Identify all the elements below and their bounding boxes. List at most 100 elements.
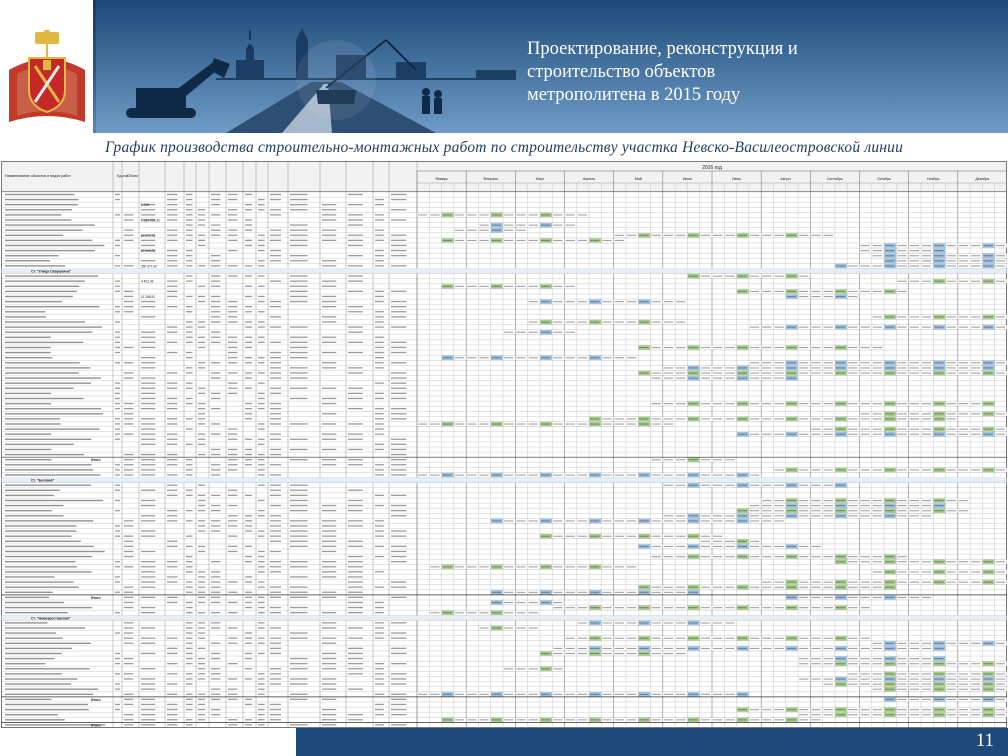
row-value-text bbox=[290, 678, 308, 680]
row-value-text bbox=[124, 545, 134, 547]
row-value-text bbox=[375, 464, 384, 466]
schedule-cell-value bbox=[553, 591, 563, 593]
row-value-text bbox=[391, 438, 407, 440]
row-value-text bbox=[186, 260, 193, 262]
row-name-text bbox=[5, 555, 93, 558]
schedule-cell-value bbox=[602, 693, 612, 695]
row-value-text bbox=[167, 719, 178, 721]
row-name-text bbox=[5, 515, 64, 517]
row-value-text bbox=[270, 438, 281, 440]
schedule-cell-value bbox=[737, 418, 747, 420]
row-value-text bbox=[167, 418, 178, 420]
schedule-cell-value bbox=[958, 403, 969, 405]
schedule-cell-value bbox=[504, 423, 514, 425]
row-value-text bbox=[141, 336, 156, 338]
month-header: Август bbox=[780, 177, 791, 181]
schedule-cell-value bbox=[835, 505, 846, 507]
schedule-cell-value bbox=[639, 520, 649, 522]
row-value-text bbox=[391, 326, 407, 328]
row-value-text bbox=[198, 576, 206, 578]
schedule-cell-value bbox=[614, 622, 624, 624]
row-value-text bbox=[258, 622, 265, 624]
row-value-text bbox=[198, 657, 206, 660]
row-value-text bbox=[167, 209, 178, 211]
schedule-cell-value bbox=[528, 627, 538, 629]
row-value-text bbox=[348, 224, 363, 226]
row-value-text bbox=[348, 591, 363, 593]
schedule-cell-value bbox=[921, 265, 932, 267]
schedule-cell-value bbox=[946, 413, 956, 415]
schedule-cell-value bbox=[749, 515, 760, 517]
row-value-text bbox=[167, 438, 178, 440]
row-value-text bbox=[141, 708, 156, 711]
row-value-text bbox=[391, 198, 407, 201]
row-value-text bbox=[348, 596, 363, 598]
schedule-cell-value bbox=[553, 239, 563, 241]
schedule-cell-value bbox=[995, 469, 1005, 471]
row-value-text bbox=[375, 571, 384, 573]
schedule-cell-value bbox=[725, 377, 735, 379]
row-value-text bbox=[348, 561, 363, 563]
row-value-text bbox=[270, 530, 281, 532]
row-value-text bbox=[198, 703, 206, 706]
row-value-text bbox=[211, 280, 221, 282]
schedule-cell-value bbox=[897, 510, 907, 512]
schedule-cell-value bbox=[848, 714, 858, 716]
schedule-cell-value bbox=[565, 357, 575, 359]
row-value-text bbox=[375, 673, 384, 675]
schedule-cell-value bbox=[848, 290, 858, 292]
row-value-text bbox=[211, 321, 221, 323]
row-value-text bbox=[391, 545, 407, 547]
row-value-text bbox=[348, 688, 363, 690]
schedule-cell-value bbox=[848, 296, 858, 298]
row-value-text bbox=[186, 724, 193, 726]
row-value-text bbox=[270, 418, 281, 420]
schedule-cell-value bbox=[454, 474, 465, 476]
schedule-cell-value bbox=[971, 433, 981, 435]
schedule-cell-value bbox=[516, 566, 526, 568]
schedule-cell-value bbox=[565, 321, 575, 323]
row-value-text bbox=[186, 627, 193, 629]
schedule-cell-value bbox=[786, 290, 797, 292]
row-name-text bbox=[5, 632, 56, 634]
schedule-cell-value bbox=[651, 586, 661, 588]
schedule-cell-value bbox=[663, 377, 674, 379]
row-value-text bbox=[348, 459, 363, 461]
schedule-cell-value bbox=[885, 403, 895, 405]
schedule-cell-value bbox=[663, 647, 674, 649]
column-header-name: Наименование объектов и видов работ bbox=[5, 174, 71, 178]
schedule-cell-value bbox=[897, 658, 907, 660]
row-name-text bbox=[5, 545, 94, 548]
row-value-text bbox=[391, 504, 407, 507]
row-value-text bbox=[245, 341, 253, 343]
row-value-text bbox=[228, 525, 238, 527]
row-value-text bbox=[198, 484, 206, 486]
schedule-cell-value bbox=[762, 362, 772, 364]
schedule-cell-value bbox=[958, 326, 969, 328]
schedule-cell-value bbox=[946, 428, 956, 430]
schedule-cell-value bbox=[491, 423, 502, 425]
schedule-cell-value bbox=[921, 561, 932, 563]
row-value-text bbox=[258, 265, 265, 267]
schedule-cell-value bbox=[663, 418, 674, 420]
schedule-cell-value bbox=[811, 484, 821, 486]
row-value-text bbox=[141, 530, 156, 532]
row-value-text bbox=[322, 637, 337, 639]
schedule-cell-value bbox=[848, 586, 858, 588]
schedule-cell-value bbox=[995, 326, 1005, 328]
row-value-text bbox=[322, 571, 337, 573]
row-value-text bbox=[124, 229, 134, 231]
row-value-text bbox=[198, 239, 206, 241]
schedule-cell-value bbox=[737, 290, 747, 292]
row-value-text bbox=[348, 397, 363, 400]
schedule-cell-value bbox=[995, 714, 1005, 716]
schedule-cell-value bbox=[528, 474, 538, 476]
row-value-text bbox=[348, 423, 363, 425]
row-value-text bbox=[258, 693, 265, 695]
schedule-cell-value bbox=[983, 581, 993, 583]
schedule-cell-value bbox=[614, 234, 624, 236]
row-value-text bbox=[167, 510, 178, 512]
row-value-text bbox=[141, 561, 156, 563]
schedule-cell-value bbox=[479, 612, 489, 614]
schedule-cell-value bbox=[835, 510, 846, 512]
